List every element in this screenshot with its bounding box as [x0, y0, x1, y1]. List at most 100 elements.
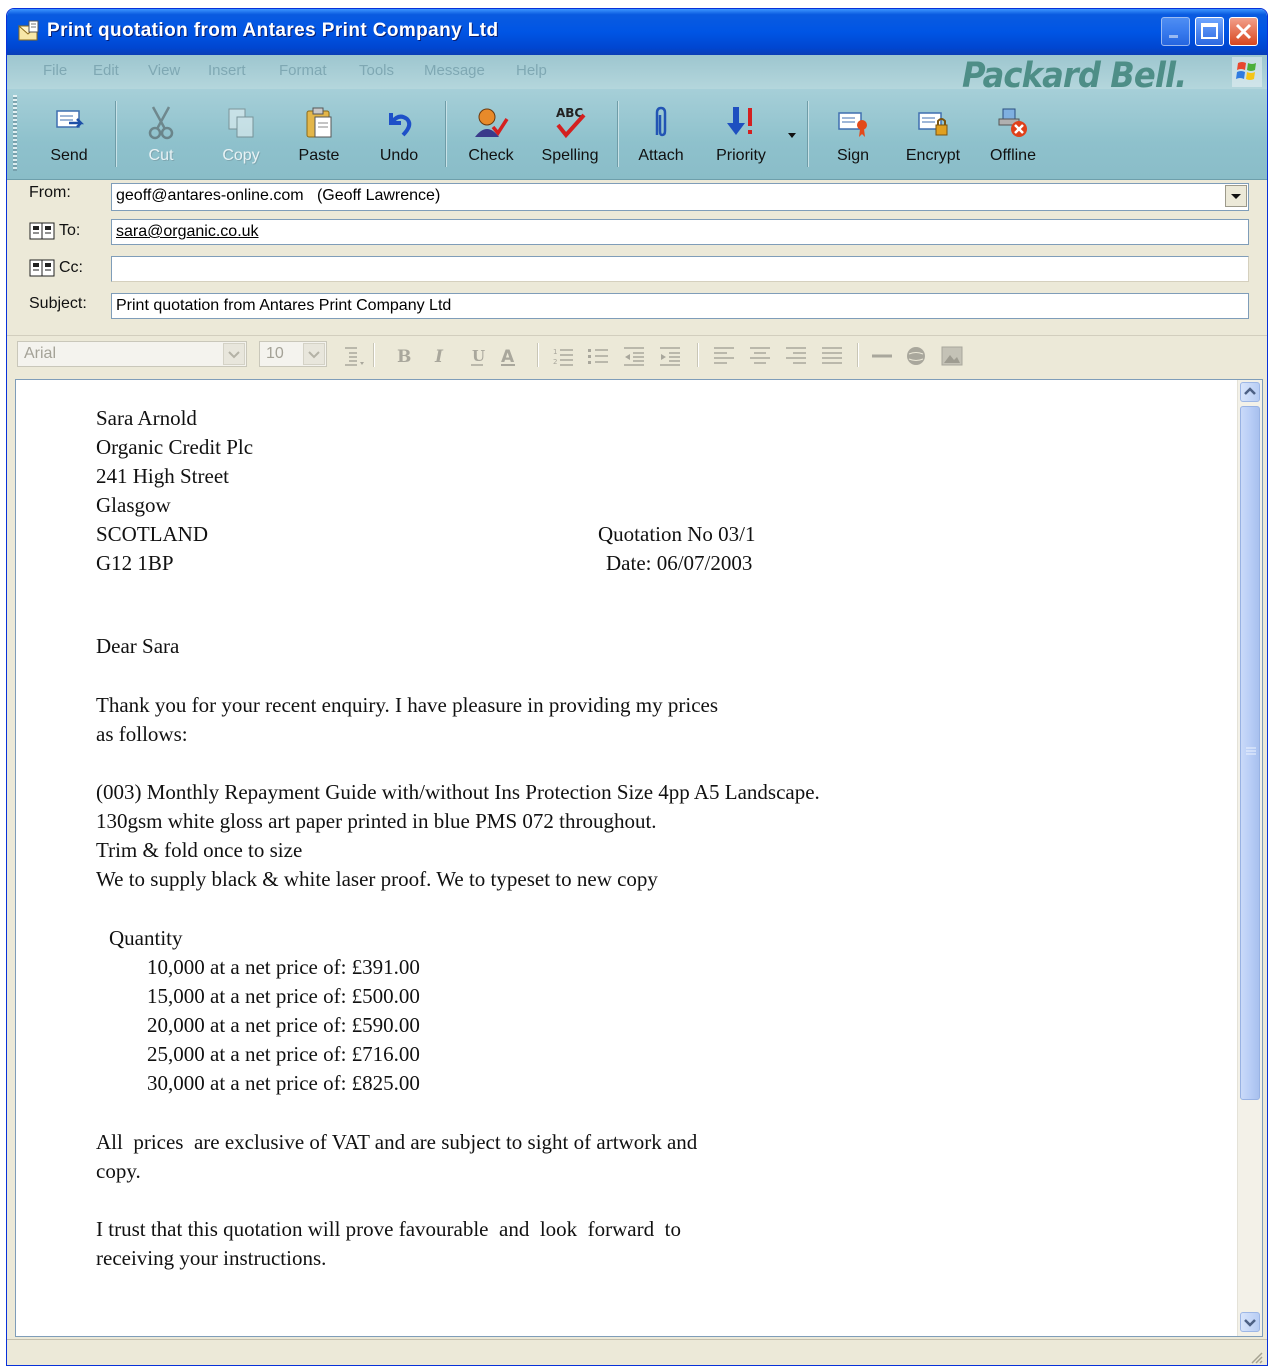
font-size-select[interactable]: 10 [259, 341, 327, 367]
menu-insert[interactable]: Insert [208, 62, 246, 79]
from-dropdown-button[interactable] [1225, 185, 1247, 207]
from-label: From: [29, 184, 71, 201]
copy-icon [228, 108, 254, 138]
address-book-icon [29, 222, 55, 240]
scroll-thumb[interactable] [1240, 406, 1260, 1100]
menu-view[interactable]: View [148, 62, 180, 79]
justify-icon[interactable] [821, 345, 843, 367]
spelling-icon: ABC [556, 106, 586, 139]
encrypt-button[interactable]: Encrypt [897, 97, 969, 171]
copy-button[interactable]: Copy [205, 97, 277, 171]
svg-text:1: 1 [553, 348, 557, 356]
cut-button[interactable]: Cut [125, 97, 197, 171]
close-button[interactable] [1229, 17, 1258, 46]
toolbar-separator [445, 101, 447, 167]
spec-line: (003) Monthly Repayment Guide with/witho… [96, 780, 820, 804]
from-select[interactable]: geoff@antares-online.com (Geoff Lawrence… [111, 183, 1249, 211]
closing-line: I trust that this quotation will prove f… [96, 1217, 681, 1241]
spec-line: We to supply black & white laser proof. … [96, 867, 658, 891]
send-label: Send [50, 147, 88, 164]
decrease-indent-icon[interactable] [623, 345, 645, 367]
message-body-editor[interactable]: Sara Arnold Organic Credit Plc 241 High … [15, 379, 1263, 1337]
resize-grip-icon[interactable] [1247, 1348, 1263, 1364]
chevron-down-icon [1244, 1319, 1256, 1327]
toolbar-separator [617, 101, 619, 167]
undo-label: Undo [379, 147, 419, 164]
format-separator [373, 343, 375, 367]
menu-file[interactable]: File [43, 62, 67, 79]
minimize-button[interactable] [1161, 17, 1190, 46]
size-dropdown-button[interactable] [303, 343, 325, 365]
cc-button[interactable]: Cc: [29, 258, 83, 278]
to-button[interactable]: To: [29, 221, 80, 241]
check-names-button[interactable]: Check [455, 97, 527, 171]
menu-edit[interactable]: Edit [93, 62, 119, 79]
check-label: Check [468, 147, 514, 164]
priority-icon [727, 107, 752, 135]
horizontal-line-icon[interactable] [871, 345, 893, 367]
menu-message[interactable]: Message [424, 62, 485, 79]
paste-icon [306, 107, 332, 138]
sign-button[interactable]: Sign [817, 97, 889, 171]
offline-button[interactable]: Offline [977, 97, 1049, 171]
subject-field[interactable]: Print quotation from Antares Print Compa… [111, 293, 1249, 319]
bold-icon[interactable]: B [393, 345, 415, 367]
new-mail-icon [17, 20, 39, 41]
paragraph-style-icon[interactable] [343, 345, 365, 367]
cut-label: Cut [148, 147, 174, 164]
maximize-icon [1201, 23, 1218, 39]
maximize-button[interactable] [1195, 17, 1224, 46]
underline-icon[interactable]: U [467, 345, 489, 367]
increase-indent-icon[interactable] [659, 345, 681, 367]
font-select[interactable]: Arial [17, 341, 247, 367]
spelling-button[interactable]: ABC Spelling [534, 97, 606, 171]
paste-label: Paste [298, 147, 340, 164]
italic-icon[interactable]: I [429, 345, 451, 367]
scroll-down-button[interactable] [1240, 1312, 1260, 1332]
offline-icon [998, 108, 1027, 137]
undo-button[interactable]: Undo [363, 97, 435, 171]
scroll-up-button[interactable] [1240, 382, 1260, 402]
toolbar-grip[interactable] [13, 95, 17, 171]
align-left-icon[interactable] [713, 345, 735, 367]
priority-dropdown-icon[interactable] [787, 131, 797, 139]
address-line: Organic Credit Plc [96, 435, 254, 459]
undo-icon [389, 113, 412, 137]
encrypt-icon [918, 112, 948, 136]
priority-button[interactable]: Priority [705, 97, 777, 171]
title-bar[interactable]: Print quotation from Antares Print Compa… [7, 9, 1267, 55]
price-line: 25,000 at a net price of: £716.00 [147, 1042, 420, 1066]
insert-picture-icon[interactable] [941, 345, 963, 367]
to-value: sara@organic.co.uk [116, 223, 259, 240]
menu-bar: File Edit View Insert Format Tools Messa… [7, 55, 1267, 96]
send-button[interactable]: Send [33, 97, 105, 171]
menu-help[interactable]: Help [516, 62, 547, 79]
price-line: 20,000 at a net price of: £590.00 [147, 1013, 420, 1037]
spec-line: 130gsm white gloss art paper printed in … [96, 809, 657, 833]
address-line: Sara Arnold [96, 406, 197, 430]
intro-line: Thank you for your recent enquiry. I hav… [96, 693, 719, 717]
align-right-icon[interactable] [785, 345, 807, 367]
spelling-label: Spelling [541, 147, 599, 164]
to-field[interactable]: sara@organic.co.uk [111, 219, 1249, 245]
vertical-scrollbar[interactable] [1237, 380, 1262, 1336]
address-book-icon [29, 259, 55, 277]
font-dropdown-button[interactable] [223, 343, 245, 365]
close-icon [1235, 23, 1252, 40]
cc-label: Cc: [59, 259, 83, 277]
menu-format[interactable]: Format [279, 62, 327, 79]
attach-button[interactable]: Attach [625, 97, 697, 171]
align-center-icon[interactable] [749, 345, 771, 367]
chevron-down-icon [228, 351, 240, 359]
vat-note-line: copy. [96, 1159, 141, 1183]
bullet-list-icon[interactable] [587, 345, 609, 367]
intro-line: as follows: [96, 722, 188, 746]
cc-field[interactable] [111, 256, 1249, 282]
paste-button[interactable]: Paste [283, 97, 355, 171]
menu-tools[interactable]: Tools [359, 62, 394, 79]
main-toolbar: Send Cut Copy Paste Undo Check ABC Spell… [7, 89, 1267, 180]
toolbar-separator [807, 101, 809, 167]
font-color-icon[interactable]: A [499, 345, 521, 367]
numbered-list-icon[interactable]: 12 [552, 345, 574, 367]
hyperlink-icon[interactable] [905, 345, 927, 367]
